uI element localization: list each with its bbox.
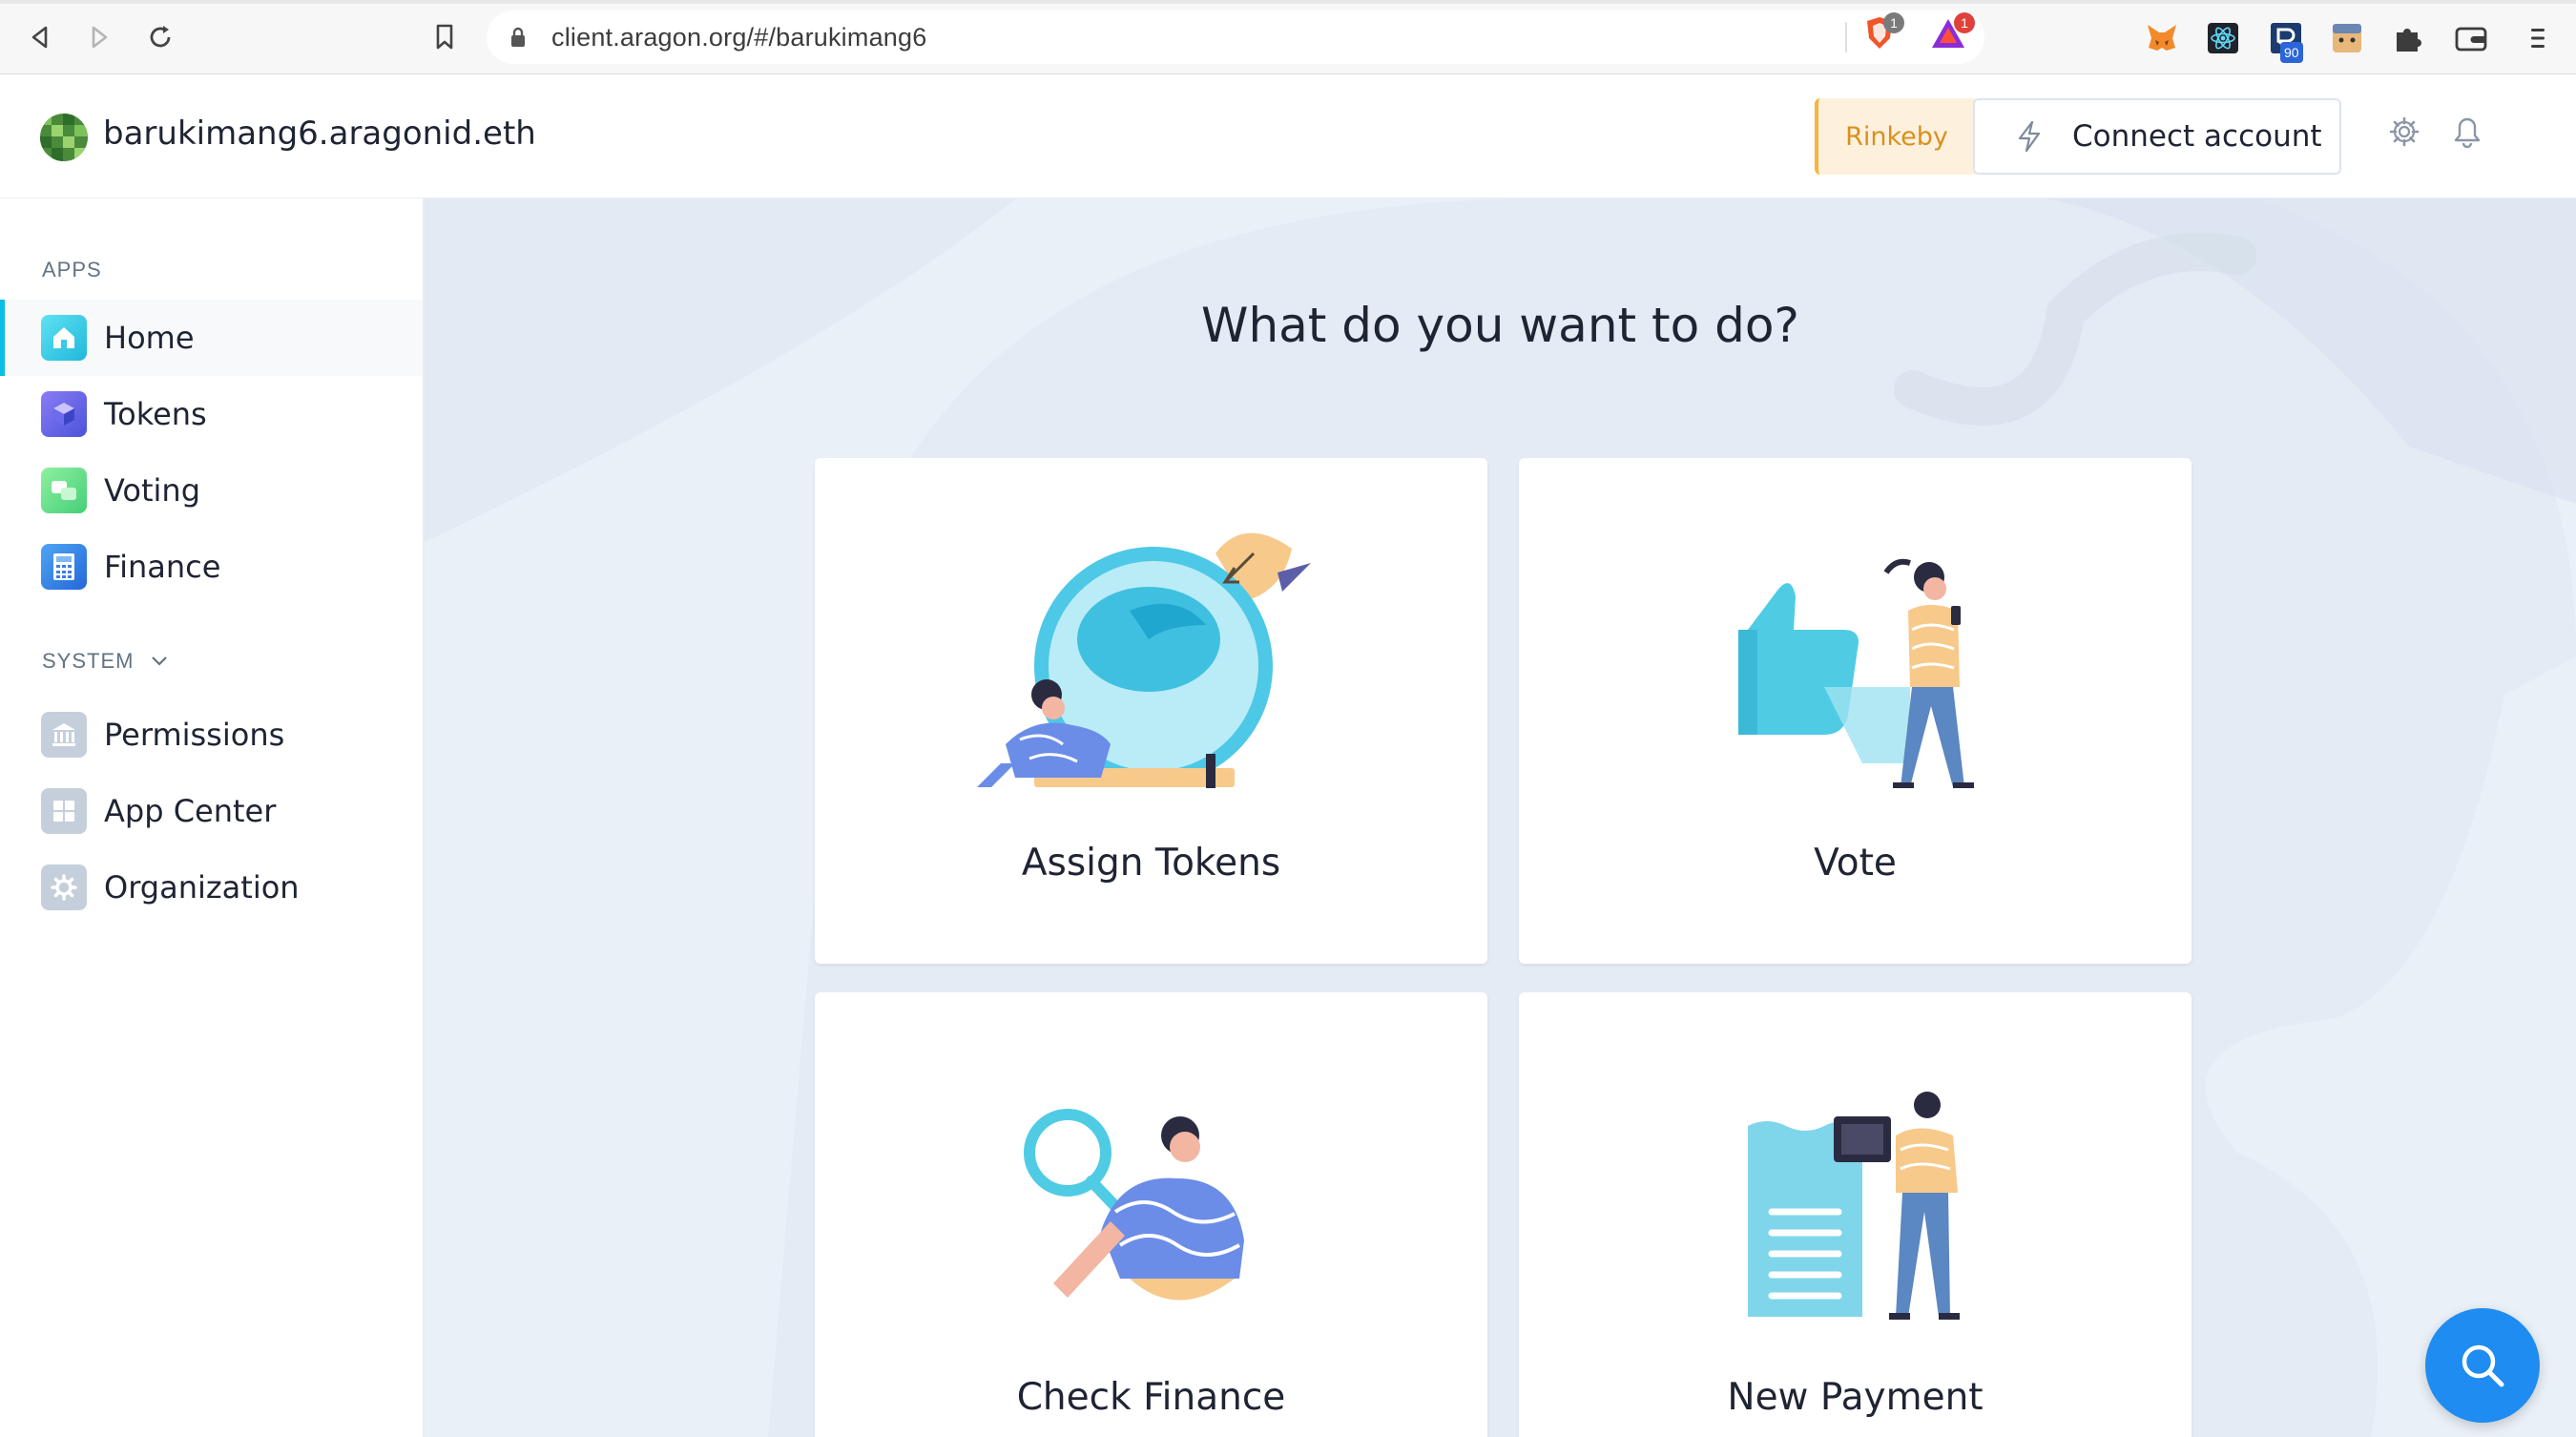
notifications-bell-icon[interactable] [2448, 113, 2486, 151]
wallet-icon[interactable] [2452, 19, 2490, 57]
brave-shield-icon[interactable]: 1 [1860, 12, 1904, 52]
sidebar-item-app-center[interactable]: App Center [0, 773, 423, 849]
back-icon[interactable] [21, 18, 59, 56]
permissions-icon [41, 712, 87, 758]
sidebar-item-finance[interactable]: Finance [0, 529, 423, 605]
shield-badge: 1 [1883, 12, 1904, 33]
react-devtools-icon[interactable] [2204, 19, 2242, 57]
avatar-extension-icon[interactable] [2328, 19, 2366, 57]
background-decoration [425, 198, 2576, 1437]
settings-gear-icon[interactable] [2385, 113, 2423, 151]
chevron-down-icon [152, 656, 168, 666]
sidebar-item-label: Home [104, 320, 195, 356]
extensions-puzzle-icon[interactable] [2389, 19, 2427, 57]
reload-icon[interactable] [141, 18, 179, 56]
tokens-icon [41, 391, 87, 437]
system-section-label: SYSTEM [42, 649, 135, 673]
url-text: client.aragon.org/#/barukimang6 [551, 23, 927, 52]
sidebar-item-label: App Center [104, 793, 277, 829]
help-search-button[interactable] [2425, 1308, 2540, 1423]
lock-icon [509, 27, 527, 52]
card-title: Check Finance [1016, 1376, 1286, 1419]
sidebar: APPS Home Tokens Voting Finance SYSTEM P… [0, 198, 425, 1437]
sidebar-item-permissions[interactable]: Permissions [0, 697, 423, 773]
connect-account-label: Connect account [2072, 119, 2322, 154]
address-divider [1845, 22, 1847, 52]
new-payment-illustration [1748, 1092, 1960, 1320]
org-avatar [40, 114, 88, 161]
assign-tokens-illustration [977, 532, 1311, 788]
vote-illustration [1738, 558, 1974, 788]
brave-rewards-icon[interactable]: 1 [1929, 12, 1975, 52]
bookmark-icon[interactable] [426, 18, 464, 56]
network-badge: Rinkeby [1815, 98, 1975, 175]
sidebar-item-voting[interactable]: Voting [0, 452, 423, 529]
forward-icon[interactable] [80, 18, 118, 56]
browser-toolbar: client.aragon.org/#/barukimang6 1 1 90 [0, 0, 2576, 74]
search-icon [2462, 1344, 2504, 1387]
main-content: What do you want to do? Assign Tokens Vo… [425, 198, 2576, 1437]
sidebar-item-label: Permissions [104, 717, 285, 753]
sidebar-item-organization[interactable]: Organization [0, 849, 423, 926]
check-finance-illustration [1024, 1109, 1244, 1301]
page-title: What do you want to do? [1201, 298, 1799, 353]
lightning-icon [2018, 120, 2041, 153]
rewards-badge: 1 [1954, 12, 1975, 33]
finance-icon [41, 544, 87, 590]
organization-icon [41, 864, 87, 910]
sidebar-item-label: Tokens [104, 396, 207, 432]
sidebar-item-label: Organization [104, 869, 300, 906]
card-title: Assign Tokens [1021, 842, 1281, 885]
connect-account-button[interactable]: Connect account [1973, 98, 2341, 175]
assign-tokens-card[interactable]: Assign Tokens [815, 458, 1487, 964]
vote-card[interactable]: Vote [1519, 458, 2192, 964]
card-title: New Payment [1727, 1376, 1984, 1419]
sidebar-item-label: Finance [104, 549, 221, 585]
tab-strip [0, 0, 2576, 4]
home-icon [41, 315, 87, 361]
sidebar-item-label: Voting [104, 472, 201, 509]
extension-badge: 90 [2280, 42, 2303, 63]
browser-menu-icon[interactable] [2519, 19, 2557, 57]
reader-extension-icon[interactable]: 90 [2267, 19, 2305, 63]
new-payment-card[interactable]: New Payment [1519, 992, 2192, 1437]
metamask-icon[interactable] [2143, 19, 2181, 57]
system-section-toggle[interactable]: SYSTEM [42, 649, 168, 674]
app-header: barukimang6.aragonid.eth Rinkeby Connect… [0, 74, 2576, 198]
voting-icon [41, 468, 87, 513]
check-finance-card[interactable]: Check Finance [815, 992, 1487, 1437]
app-center-icon [41, 788, 87, 834]
card-title: Vote [1814, 842, 1897, 885]
address-bar[interactable]: client.aragon.org/#/barukimang6 1 1 [487, 10, 1984, 64]
sidebar-item-tokens[interactable]: Tokens [0, 376, 423, 452]
apps-section-label: APPS [42, 258, 102, 281]
org-name[interactable]: barukimang6.aragonid.eth [103, 115, 536, 153]
sidebar-item-home[interactable]: Home [0, 300, 423, 376]
